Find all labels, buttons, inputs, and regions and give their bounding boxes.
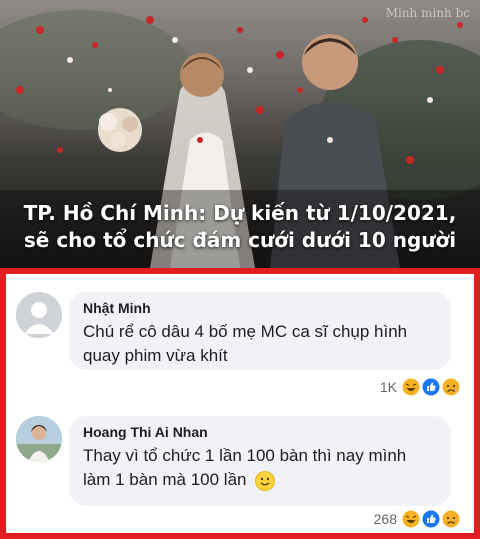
smile-emoji-icon — [255, 470, 276, 491]
comment-item: Hoang Thi Ai Nhan Thay vì tổ chức 1 lần … — [6, 410, 474, 535]
comment-bubble: Nhật Minh Chú rể cô dâu 4 bố mẹ MC ca sĩ… — [69, 292, 451, 370]
comment-text: Thay vì tổ chức 1 lần 100 bàn thì nay mì… — [83, 444, 437, 492]
comment-bubble: Hoang Thi Ai Nhan Thay vì tổ chức 1 lần … — [69, 416, 451, 506]
sad-icon — [442, 510, 460, 528]
headline-line-2: sẽ cho tổ chức đám cưới dưới 10 người — [23, 228, 457, 252]
avatar[interactable] — [16, 416, 62, 462]
news-headline: TP. Hồ Chí Minh: Dự kiến từ 1/10/2021, s… — [0, 200, 480, 254]
reaction-count: 1K — [379, 379, 397, 395]
comments-panel: Nhật Minh Chú rể cô dâu 4 bố mẹ MC ca sĩ… — [0, 268, 480, 539]
reaction-summary[interactable]: 268 — [374, 510, 460, 528]
comment-text: Chú rể cô dâu 4 bố mẹ MC ca sĩ chụp hình… — [83, 322, 408, 365]
comment-item: Nhật Minh Chú rể cô dâu 4 bố mẹ MC ca sĩ… — [6, 286, 474, 402]
sad-icon — [442, 378, 460, 396]
reaction-count: 268 — [373, 511, 397, 527]
watermark-text: Minh minh bc — [385, 6, 470, 20]
reaction-summary[interactable]: 1K — [380, 378, 460, 396]
user-photo-avatar — [16, 416, 62, 462]
comment-text-content: Thay vì tổ chức 1 lần 100 bàn thì nay mì… — [83, 446, 407, 489]
like-icon — [422, 378, 440, 396]
news-photo: Minh minh bc TP. Hồ Chí Minh: Dự kiến từ… — [0, 0, 480, 268]
headline-line-1: TP. Hồ Chí Minh: Dự kiến từ 1/10/2021, — [23, 201, 457, 225]
comment-author[interactable]: Nhật Minh — [83, 300, 437, 316]
avatar[interactable] — [16, 292, 62, 338]
comment-author[interactable]: Hoang Thi Ai Nhan — [83, 424, 437, 440]
haha-icon — [402, 378, 420, 396]
default-avatar-icon — [16, 292, 62, 338]
like-icon — [422, 510, 440, 528]
haha-icon — [402, 510, 420, 528]
